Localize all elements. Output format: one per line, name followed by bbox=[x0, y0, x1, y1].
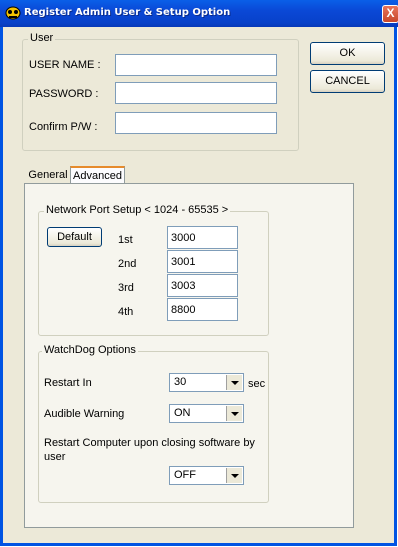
port-3-label: 3rd bbox=[118, 282, 134, 294]
confirm-password-label: Confirm P/W : bbox=[29, 121, 98, 133]
restart-in-select[interactable]: 30 bbox=[169, 373, 244, 392]
chevron-down-icon[interactable] bbox=[226, 468, 242, 483]
restart-in-unit: sec bbox=[248, 378, 266, 390]
port-4-field[interactable] bbox=[167, 298, 238, 321]
ok-button[interactable]: OK bbox=[310, 42, 385, 65]
port-2-field[interactable] bbox=[167, 250, 238, 273]
watchdog-title: WatchDog Options bbox=[42, 344, 138, 356]
username-label: USER NAME : bbox=[29, 59, 101, 71]
audible-warning-label: Audible Warning bbox=[44, 408, 125, 420]
chevron-down-icon[interactable] bbox=[226, 406, 242, 421]
port-1-label: 1st bbox=[118, 234, 133, 246]
restart-computer-select[interactable]: OFF bbox=[169, 466, 244, 485]
password-field[interactable] bbox=[115, 82, 277, 104]
network-port-title: Network Port Setup < 1024 - 65535 > bbox=[44, 204, 231, 216]
port-1-field[interactable] bbox=[167, 226, 238, 249]
password-label: PASSWORD : bbox=[29, 88, 99, 100]
port-2-label: 2nd bbox=[118, 258, 137, 270]
window-title: Register Admin User & Setup Option bbox=[24, 7, 231, 18]
port-3-field[interactable] bbox=[167, 274, 238, 297]
port-4-label: 4th bbox=[118, 306, 134, 318]
title-bar[interactable]: Register Admin User & Setup Option X bbox=[0, 0, 398, 27]
restart-computer-value: OFF bbox=[174, 469, 196, 481]
chevron-down-icon[interactable] bbox=[226, 375, 242, 390]
username-field[interactable] bbox=[115, 54, 277, 76]
user-group-title: User bbox=[28, 32, 56, 44]
restart-in-label: Restart In bbox=[44, 377, 92, 389]
audible-warning-value: ON bbox=[174, 407, 191, 419]
restart-computer-label: Restart Computer upon closing software b… bbox=[44, 437, 255, 463]
app-icon bbox=[5, 6, 21, 20]
close-icon[interactable]: X bbox=[382, 5, 398, 23]
cancel-button[interactable]: CANCEL bbox=[310, 70, 385, 93]
default-button[interactable]: Default bbox=[47, 227, 102, 247]
restart-in-value: 30 bbox=[174, 376, 187, 388]
audible-warning-select[interactable]: ON bbox=[169, 404, 244, 423]
confirm-password-field[interactable] bbox=[115, 112, 277, 134]
